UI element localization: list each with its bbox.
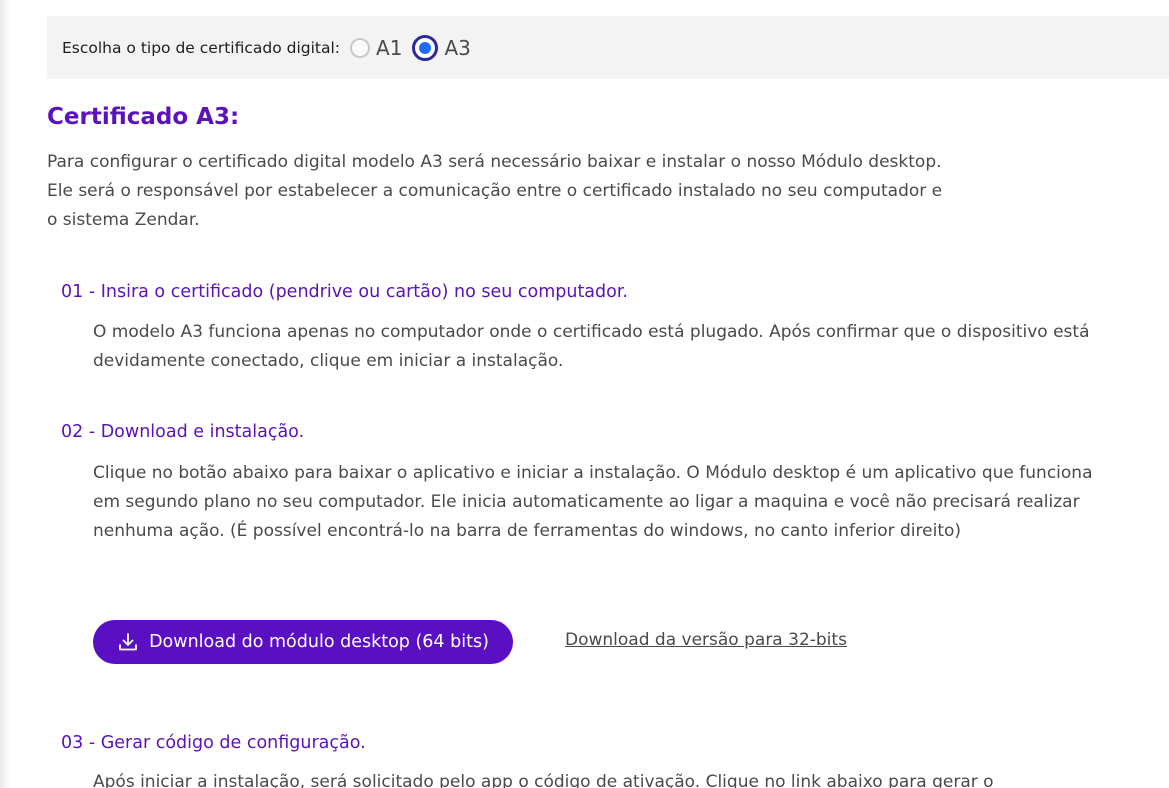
radio-a3-label: A3 (444, 35, 471, 60)
download-icon (117, 631, 139, 653)
step-3-title: 03 - Gerar código de configuração. (61, 733, 366, 753)
radio-option-a1[interactable]: A1 (350, 36, 402, 60)
radio-a1[interactable] (350, 37, 371, 58)
certificate-setup-panel: Escolha o tipo de certificado digital: A… (12, 0, 1169, 788)
radio-a1-label: A1 (376, 35, 403, 60)
left-panel-edge (0, 0, 12, 788)
step-2-text: Clique no botão abaixo para baixar o apl… (93, 463, 1093, 541)
certificate-type-label: Escolha o tipo de certificado digital: (62, 38, 341, 57)
step-3-text: Após iniciar a instalação, será solicita… (93, 772, 994, 788)
download-64bit-label: Download do módulo desktop (64 bits) (149, 632, 489, 652)
certificate-type-selector: Escolha o tipo de certificado digital: A… (47, 16, 1169, 79)
download-64bit-button[interactable]: Download do módulo desktop (64 bits) (93, 620, 513, 664)
step-1-text: O modelo A3 funciona apenas no computado… (93, 322, 1090, 371)
section-title: Certificado A3: (47, 104, 240, 130)
radio-option-a3[interactable]: A3 (412, 34, 471, 61)
step-1-title: 01 - Insira o certificado (pendrive ou c… (61, 282, 628, 302)
radio-a3[interactable] (412, 34, 439, 61)
step-2-title: 02 - Download e instalação. (61, 422, 305, 442)
download-32bit-link[interactable]: Download da versão para 32-bits (565, 630, 847, 650)
section-intro: Para configurar o certificado digital mo… (47, 152, 943, 230)
